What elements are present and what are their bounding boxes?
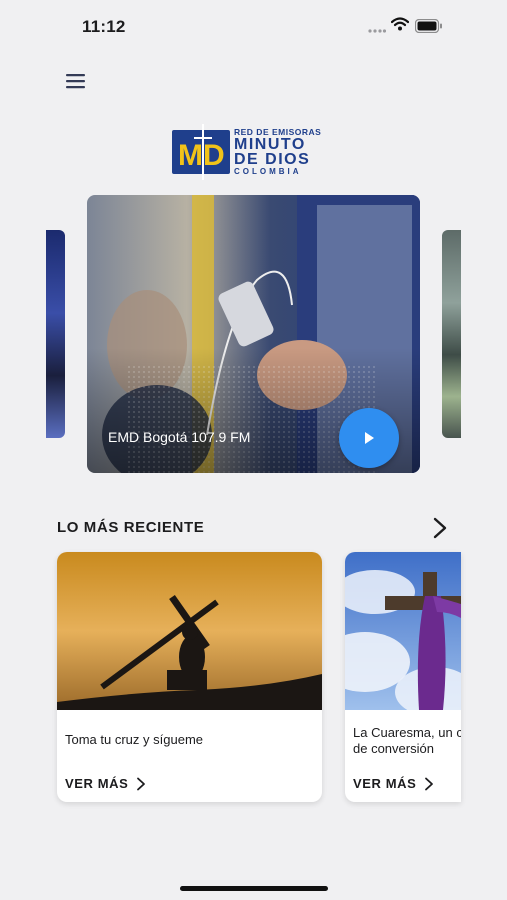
station-title: EMD Bogotá 107.9 FM — [108, 429, 251, 445]
play-icon — [365, 432, 374, 444]
logo-line-4: COLOMBIA — [234, 167, 302, 176]
station-card[interactable]: EMD Bogotá 107.9 FM — [87, 195, 420, 473]
logo-line-3: DE DIOS — [234, 151, 311, 168]
play-button[interactable] — [339, 408, 399, 468]
wifi-icon — [391, 17, 409, 31]
news-card[interactable]: La Cuaresma, un camino de conversión VER… — [345, 552, 461, 802]
news-image-cross-silhouette — [57, 552, 322, 710]
status-time: 11:12 — [82, 17, 126, 36]
news-title: La Cuaresma, un camino de conversión — [353, 725, 461, 756]
cellular-signal-icon — [368, 29, 386, 33]
menu-button[interactable] — [62, 70, 90, 92]
carousel-card-previous[interactable] — [46, 230, 65, 438]
recent-see-all-button[interactable] — [430, 516, 450, 540]
logo-mark: MD — [172, 124, 230, 180]
home-indicator[interactable] — [180, 886, 328, 891]
read-more-label: VER MÁS — [65, 776, 129, 791]
carousel-card-next[interactable] — [442, 230, 461, 438]
chevron-right-icon — [425, 777, 434, 790]
chevron-right-icon — [137, 777, 146, 790]
chevron-right-icon — [433, 517, 447, 539]
news-image-purple-cross — [345, 552, 461, 710]
read-more-label: VER MÁS — [353, 776, 417, 791]
brand-logo: MD RED DE EMISORAS MINUTO DE DIOS COLOMB… — [172, 124, 342, 180]
read-more-button[interactable]: VER MÁS — [353, 776, 434, 791]
battery-icon — [415, 19, 442, 33]
status-bar: 11:12 — [0, 0, 507, 50]
news-card[interactable]: Toma tu cruz y sígueme VER MÁS — [57, 552, 322, 802]
svg-text:MD: MD — [178, 139, 225, 172]
station-carousel[interactable]: EMD Bogotá 107.9 FM — [0, 195, 507, 473]
read-more-button[interactable]: VER MÁS — [65, 776, 146, 791]
hamburger-menu-icon — [66, 74, 85, 89]
news-title: Toma tu cruz y sígueme — [65, 732, 203, 747]
recent-section-title: LO MÁS RECIENTE — [57, 519, 205, 536]
